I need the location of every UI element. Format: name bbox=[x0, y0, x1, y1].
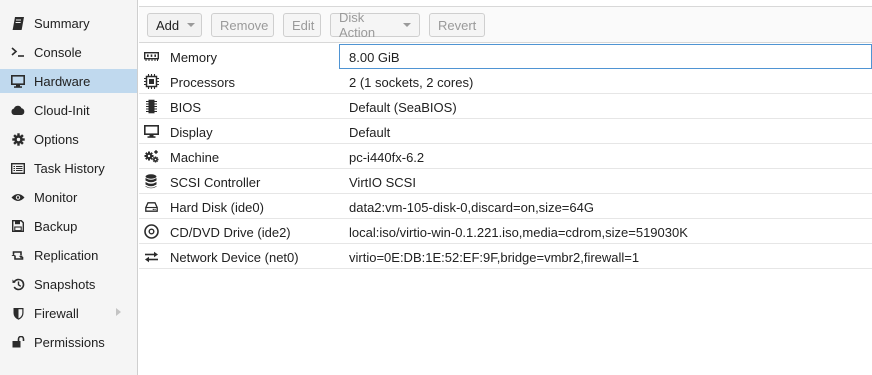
row-value: pc-i440fx-6.2 bbox=[349, 150, 425, 165]
sidebar-item-snapshots[interactable]: Snapshots bbox=[0, 272, 137, 296]
sidebar-item-label: Permissions bbox=[34, 334, 105, 350]
sidebar-item-hardware[interactable]: Hardware bbox=[0, 69, 137, 93]
add-button[interactable]: Add bbox=[147, 13, 202, 37]
sidebar-item-label: Task History bbox=[34, 160, 105, 176]
book-icon bbox=[11, 16, 25, 30]
desktop-icon bbox=[143, 124, 159, 139]
sidebar-item-label: Replication bbox=[34, 247, 99, 263]
table-row-network-device[interactable]: Network Device (net0) virtio=0E:DB:1E:52… bbox=[139, 244, 872, 269]
floppy-icon bbox=[11, 219, 25, 233]
revert-button[interactable]: Revert bbox=[429, 13, 485, 37]
table-row-machine[interactable]: Machine pc-i440fx-6.2 bbox=[139, 144, 872, 169]
row-label: Memory bbox=[170, 50, 217, 65]
chip-icon bbox=[143, 99, 159, 114]
chevron-right-icon bbox=[116, 308, 121, 316]
row-label: BIOS bbox=[170, 100, 202, 115]
row-value: Default (SeaBIOS) bbox=[349, 100, 457, 115]
table-row-display[interactable]: Display Default bbox=[139, 119, 872, 144]
sidebar-item-label: Firewall bbox=[34, 305, 79, 321]
row-value: VirtIO SCSI bbox=[349, 175, 416, 190]
remove-button-label: Remove bbox=[220, 17, 269, 33]
row-value: data2:vm-105-disk-0,discard=on,size=64G bbox=[349, 200, 594, 215]
sidebar-item-summary[interactable]: Summary bbox=[0, 11, 137, 35]
row-label: Hard Disk (ide0) bbox=[170, 200, 264, 215]
table-row-scsi-controller[interactable]: SCSI Controller VirtIO SCSI bbox=[139, 169, 872, 194]
row-label: Machine bbox=[170, 150, 220, 165]
memory-icon bbox=[143, 49, 159, 64]
sidebar-item-label: Monitor bbox=[34, 189, 78, 205]
cogs-icon bbox=[143, 149, 159, 164]
sidebar-item-label: Snapshots bbox=[34, 276, 96, 292]
database-icon bbox=[143, 174, 159, 189]
eye-icon bbox=[11, 190, 25, 204]
row-value: 2 (1 sockets, 2 cores) bbox=[349, 75, 474, 90]
table-row-processors[interactable]: Processors 2 (1 sockets, 2 cores) bbox=[139, 69, 872, 94]
row-label: CD/DVD Drive (ide2) bbox=[170, 225, 291, 240]
row-label: Network Device (net0) bbox=[170, 250, 299, 265]
desktop-icon bbox=[11, 74, 25, 88]
sidebar-item-console[interactable]: Console bbox=[0, 40, 137, 64]
remove-button[interactable]: Remove bbox=[211, 13, 274, 37]
terminal-icon bbox=[11, 45, 25, 59]
sidebar-item-firewall[interactable]: Firewall bbox=[0, 301, 137, 325]
sidebar-item-label: Options bbox=[34, 131, 79, 147]
table-row-bios[interactable]: BIOS Default (SeaBIOS) bbox=[139, 94, 872, 119]
cdrom-icon bbox=[143, 224, 159, 239]
row-label: Processors bbox=[170, 75, 236, 90]
unlock-icon bbox=[11, 335, 25, 349]
row-value: virtio=0E:DB:1E:52:EF:9F,bridge=vmbr2,fi… bbox=[349, 250, 640, 265]
chevron-down-icon bbox=[187, 23, 196, 27]
toolbar: Add Remove Edit Disk Action Revert bbox=[139, 6, 872, 43]
revert-button-label: Revert bbox=[438, 17, 477, 33]
sidebar-item-label: Console bbox=[34, 44, 82, 60]
chevron-down-icon bbox=[403, 23, 411, 27]
disk-action-button[interactable]: Disk Action bbox=[330, 10, 420, 40]
row-value: Default bbox=[349, 125, 391, 140]
sidebar-item-backup[interactable]: Backup bbox=[0, 214, 137, 238]
gear-icon bbox=[11, 132, 25, 146]
table-row-memory[interactable]: Memory 8.00 GiB bbox=[139, 44, 872, 69]
sidebar-item-label: Cloud-Init bbox=[34, 102, 90, 118]
sidebar-item-replication[interactable]: Replication bbox=[0, 243, 137, 267]
sidebar-item-label: Hardware bbox=[34, 73, 91, 89]
edit-button-label: Edit bbox=[292, 17, 315, 33]
exchange-icon bbox=[143, 249, 159, 264]
row-label: Display bbox=[170, 125, 213, 140]
hdd-icon bbox=[143, 199, 159, 214]
sidebar-item-options[interactable]: Options bbox=[0, 127, 137, 151]
sidebar-item-permissions[interactable]: Permissions bbox=[0, 330, 137, 354]
row-value: local:iso/virtio-win-0.1.221.iso,media=c… bbox=[349, 225, 688, 240]
row-label: SCSI Controller bbox=[170, 175, 261, 190]
shield-icon bbox=[11, 306, 25, 320]
edit-button[interactable]: Edit bbox=[283, 13, 321, 37]
table-row-hard-disk[interactable]: Hard Disk (ide0) data2:vm-105-disk-0,dis… bbox=[139, 194, 872, 219]
sidebar-item-label: Backup bbox=[34, 218, 78, 234]
sidebar-nav: Summary Console Hardware Cloud-Init Opti… bbox=[0, 0, 138, 375]
cpu-icon bbox=[143, 74, 159, 89]
list-icon bbox=[11, 161, 25, 175]
sidebar-item-monitor[interactable]: Monitor bbox=[0, 185, 137, 209]
disk-action-button-label: Disk Action bbox=[339, 10, 376, 40]
add-button-label: Add bbox=[156, 17, 180, 33]
sidebar-item-cloud-init[interactable]: Cloud-Init bbox=[0, 98, 137, 122]
retweet-icon bbox=[11, 248, 25, 262]
table-row-cd-dvd-drive[interactable]: CD/DVD Drive (ide2) local:iso/virtio-win… bbox=[139, 219, 872, 244]
sidebar-item-task-history[interactable]: Task History bbox=[0, 156, 137, 180]
sidebar-item-label: Summary bbox=[34, 15, 90, 31]
row-value: 8.00 GiB bbox=[349, 50, 400, 65]
history-icon bbox=[11, 277, 25, 291]
cloud-icon bbox=[11, 103, 25, 117]
